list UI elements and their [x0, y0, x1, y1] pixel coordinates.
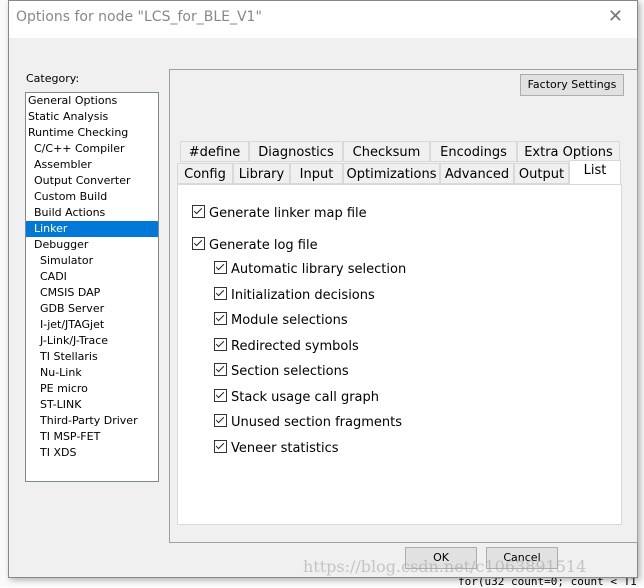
category-item[interactable]: Nu-Link: [26, 365, 158, 381]
category-item[interactable]: Third-Party Driver: [26, 413, 158, 429]
log-option-checkbox[interactable]: Veneer statistics: [214, 440, 339, 456]
tab-list[interactable]: List: [569, 160, 621, 184]
category-item[interactable]: Assembler: [26, 157, 158, 173]
category-item[interactable]: Build Actions: [26, 205, 158, 221]
tab-encodings[interactable]: Encodings: [430, 141, 517, 162]
generate-log-file-checkbox[interactable]: Generate log file: [192, 237, 318, 253]
category-item[interactable]: GDB Server: [26, 301, 158, 317]
log-option-checkbox[interactable]: Stack usage call graph: [214, 389, 379, 405]
ok-button[interactable]: OK: [405, 547, 477, 569]
checkbox-checked-icon: [214, 338, 227, 351]
close-icon[interactable]: ✕: [608, 6, 623, 27]
category-item[interactable]: Runtime Checking: [26, 125, 158, 141]
log-option-checkbox[interactable]: Module selections: [214, 312, 348, 328]
checkbox-checked-icon: [214, 440, 227, 453]
checkbox-checked-icon: [214, 414, 227, 427]
tab-checksum[interactable]: Checksum: [343, 141, 430, 162]
category-item[interactable]: J-Link/J-Trace: [26, 333, 158, 349]
checkbox-checked-icon: [214, 312, 227, 325]
generate-map-file-checkbox[interactable]: Generate linker map file: [192, 205, 367, 221]
category-item[interactable]: TI MSP-FET: [26, 429, 158, 445]
tab-library[interactable]: Library: [233, 163, 290, 184]
tab-optimizations[interactable]: Optimizations: [343, 163, 440, 184]
tab-output[interactable]: Output: [514, 163, 569, 184]
category-item[interactable]: CADI: [26, 269, 158, 285]
category-item[interactable]: C/C++ Compiler: [26, 141, 158, 157]
log-option-checkbox[interactable]: Unused section fragments: [214, 414, 402, 430]
title-bar: Options for node "LCS_for_BLE_V1" ✕: [9, 1, 637, 38]
category-item[interactable]: TI XDS: [26, 445, 158, 461]
checkbox-label: Generate linker map file: [209, 206, 367, 221]
checkbox-label: Section selections: [231, 364, 349, 379]
tab-input[interactable]: Input: [290, 163, 343, 184]
category-label: Category:: [26, 72, 80, 85]
category-item[interactable]: PE micro: [26, 381, 158, 397]
category-item[interactable]: Output Converter: [26, 173, 158, 189]
log-option-checkbox[interactable]: Automatic library selection: [214, 261, 406, 277]
category-item[interactable]: I-jet/JTAGjet: [26, 317, 158, 333]
category-item[interactable]: CMSIS DAP: [26, 285, 158, 301]
checkbox-checked-icon: [214, 363, 227, 376]
category-item[interactable]: ST-LINK: [26, 397, 158, 413]
category-item[interactable]: General Options: [26, 93, 158, 109]
checkbox-checked-icon: [214, 261, 227, 274]
checkbox-label: Module selections: [231, 313, 348, 328]
checkbox-label: Initialization decisions: [231, 288, 375, 303]
category-item[interactable]: Simulator: [26, 253, 158, 269]
checkbox-checked-icon: [214, 287, 227, 300]
checkbox-label: Automatic library selection: [231, 262, 407, 277]
tab-advanced[interactable]: Advanced: [440, 163, 514, 184]
cancel-button[interactable]: Cancel: [486, 547, 558, 569]
category-list[interactable]: General Options Static Analysis Runtime Ch…: [25, 92, 159, 482]
log-option-checkbox[interactable]: Initialization decisions: [214, 287, 375, 303]
checkbox-label: Generate log file: [209, 238, 318, 253]
checkbox-checked-icon: [214, 389, 227, 402]
factory-settings-button[interactable]: Factory Settings: [520, 74, 624, 96]
checkbox-checked-icon: [192, 205, 205, 218]
category-item[interactable]: Static Analysis: [26, 109, 158, 125]
dialog-title: Options for node "LCS_for_BLE_V1": [16, 9, 262, 25]
category-item[interactable]: Debugger: [26, 237, 158, 253]
tab-diagnostics[interactable]: Diagnostics: [249, 141, 343, 162]
log-option-checkbox[interactable]: Section selections: [214, 363, 349, 379]
checkbox-label: Veneer statistics: [231, 441, 339, 456]
category-item[interactable]: TI Stellaris: [26, 349, 158, 365]
category-item[interactable]: Custom Build: [26, 189, 158, 205]
checkbox-label: Unused section fragments: [231, 415, 403, 430]
list-tab-content: Generate linker map file Generate log fi…: [177, 184, 622, 525]
tab-define[interactable]: #define: [180, 141, 249, 162]
options-dialog: Options for node "LCS_for_BLE_V1" ✕ Cate…: [8, 0, 638, 578]
checkbox-label: Redirected symbols: [231, 339, 359, 354]
tab-config[interactable]: Config: [177, 163, 233, 184]
log-option-checkbox[interactable]: Redirected symbols: [214, 338, 359, 354]
checkbox-checked-icon: [192, 237, 205, 250]
category-item[interactable]: Linker: [26, 221, 158, 237]
checkbox-label: Stack usage call graph: [231, 390, 380, 405]
tab-extra-options[interactable]: Extra Options: [517, 141, 620, 162]
